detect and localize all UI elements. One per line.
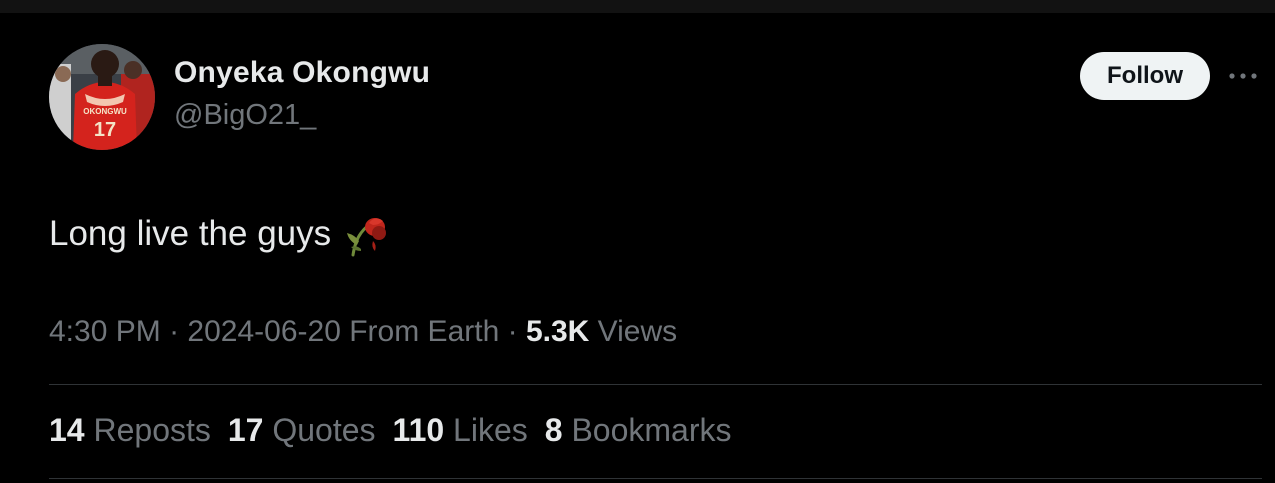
views-count: 5.3K: [525, 315, 590, 348]
meta-separator: ·: [169, 315, 180, 348]
svg-text:17: 17: [94, 119, 116, 141]
top-bar: [0, 0, 1275, 13]
meta-separator: ·: [507, 315, 518, 348]
avatar-image: OKONGWU 17: [49, 44, 155, 150]
tweet-source: From Earth: [349, 315, 500, 348]
engagement-stats: 14 Reposts 17 Quotes 110 Likes 8 Bookmar…: [49, 412, 748, 449]
reposts-count: 14: [49, 412, 85, 448]
likes-label: Likes: [453, 412, 528, 448]
more-horizontal-icon: [1229, 73, 1257, 79]
reposts-stat[interactable]: 14 Reposts: [49, 412, 211, 449]
avatar[interactable]: OKONGWU 17: [49, 44, 155, 150]
tweet-time[interactable]: 4:30 PM: [49, 315, 161, 348]
likes-stat[interactable]: 110 Likes: [393, 412, 528, 449]
tweet-text: Long live the guys: [49, 214, 332, 253]
quotes-stat[interactable]: 17 Quotes: [228, 412, 376, 449]
svg-text:OKONGWU: OKONGWU: [83, 107, 127, 116]
author-name[interactable]: Onyeka Okongwu: [174, 56, 430, 90]
bookmarks-count: 8: [544, 412, 563, 448]
divider: [49, 478, 1262, 479]
tweet-meta: 4:30 PM · 2024-06-20 From Earth · 5.3K V…: [49, 315, 677, 349]
more-options-button[interactable]: [1225, 62, 1261, 90]
reposts-label: Reposts: [93, 412, 211, 448]
bookmarks-stat[interactable]: 8 Bookmarks: [545, 412, 732, 449]
author-handle[interactable]: @BigO21_: [174, 99, 316, 132]
quotes-label: Quotes: [272, 412, 376, 448]
likes-count: 110: [392, 412, 445, 448]
divider: [49, 384, 1262, 385]
wilted-flower-icon: [343, 211, 389, 257]
tweet-body: Long live the guys: [49, 211, 389, 257]
quotes-count: 17: [227, 412, 264, 448]
follow-button[interactable]: Follow: [1080, 52, 1210, 100]
bookmarks-label: Bookmarks: [571, 412, 732, 448]
views-label: Views: [597, 315, 678, 348]
tweet-date[interactable]: 2024-06-20: [187, 315, 340, 348]
